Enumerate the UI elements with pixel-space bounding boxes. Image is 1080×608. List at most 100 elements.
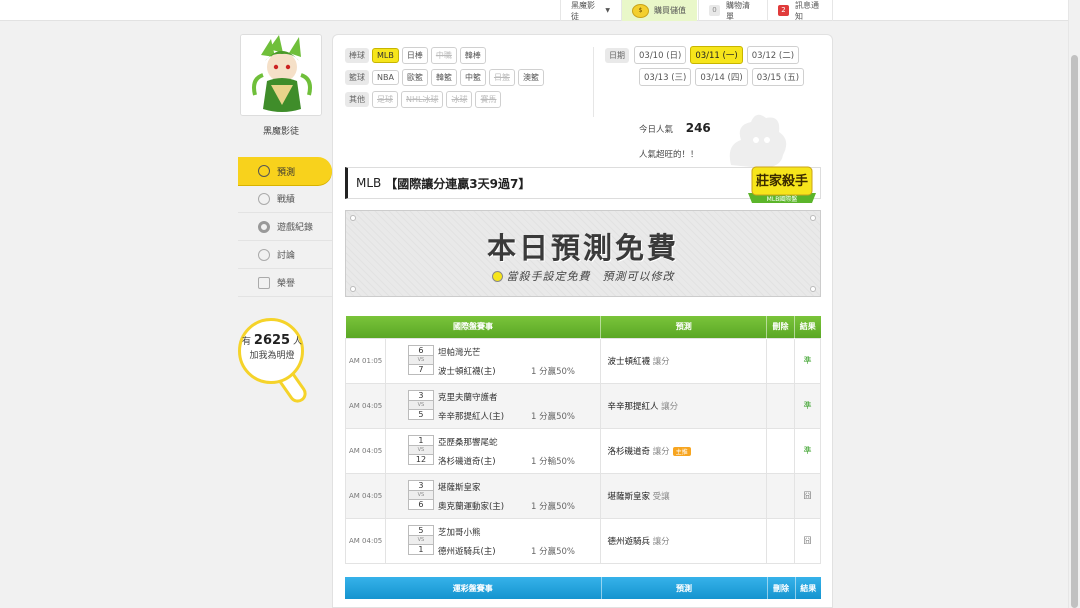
cart-count-badge: 0	[709, 5, 720, 16]
table-row: AM 04:05 3 VS 5 克里夫蘭守護者 辛辛那提紅人(主) 1 分贏50% 辛辛那提紅…	[345, 382, 821, 429]
cart-button[interactable]: 0 購物清單	[698, 0, 766, 21]
user-menu-label: 黑魔影徒	[571, 0, 595, 21]
baseball-label: 棒球	[345, 47, 369, 63]
score-home: 1	[407, 543, 434, 555]
team-away: 堪薩斯皇家	[437, 482, 481, 493]
delete-cell	[766, 427, 796, 474]
fans-text: 有 2625 人 加我為明燈	[240, 334, 304, 363]
bulb-small-icon	[491, 271, 503, 282]
league-chip[interactable]: 歐籃	[401, 68, 428, 86]
team-home: 波士頓紅襪(主)	[437, 366, 496, 377]
banner-headline: 本日預測免費	[486, 231, 679, 265]
table-row: AM 04:05 3 VS 6 堪薩斯皇家 奧克蘭運動家(主) 1 分贏50% 堪薩斯皇家 受…	[345, 472, 821, 519]
score-home: 6	[407, 498, 434, 510]
banner-corner	[350, 215, 356, 221]
username: 黑魔影徒	[262, 127, 299, 137]
notice-button[interactable]: 2 訊息通知	[767, 0, 833, 21]
league-chip[interactable]: 日棒	[401, 46, 428, 64]
game-time: AM 01:05	[345, 337, 386, 384]
notice-count-badge: 2	[778, 5, 789, 16]
shop-button[interactable]: $ 購買儲值	[621, 0, 697, 21]
league-chip[interactable]: NBA	[372, 69, 399, 85]
menu-item-record[interactable]: 戰績	[238, 185, 332, 213]
free-prediction-banner: 本日預測免費 當殺手設定免費 預測可以修改	[345, 210, 821, 297]
avatar-image	[241, 35, 321, 115]
delete-cell	[766, 472, 796, 519]
menu-item-honor[interactable]: 榮譽	[238, 269, 332, 297]
mascot-watermark-icon	[729, 114, 787, 168]
main-pick-tag: 主推	[672, 446, 691, 456]
date-row: 03/13 (三) 03/14 (四) 03/15 (五)	[605, 68, 810, 86]
team-home: 洛杉磯道奇(主)	[437, 456, 496, 467]
medal-icon	[258, 276, 270, 289]
score-box: 6 VS 7	[407, 344, 434, 375]
date-chip[interactable]: 03/15 (五)	[751, 68, 805, 86]
date-row: 日期 03/10 (日) 03/11 (一) 03/12 (二)	[605, 46, 810, 64]
score-away: 3	[407, 479, 434, 491]
menu-item-game-log[interactable]: 遊戲紀錄	[238, 213, 332, 241]
league-chip: NHL冰球	[401, 90, 444, 108]
scrollbar[interactable]	[1068, 0, 1080, 608]
date-chip[interactable]: 03/12 (二)	[746, 46, 800, 64]
pick-cell: 堪薩斯皇家 受讓	[600, 472, 768, 519]
delete-cell	[766, 517, 796, 564]
pick-type: 讓分	[652, 446, 670, 457]
popularity-label: 今日人氣	[639, 125, 674, 135]
pick-cell: 辛辛那提紅人 讓分	[600, 382, 768, 429]
league-chip[interactable]: 澳籃	[517, 68, 544, 86]
pick-type: 受讓	[652, 491, 670, 502]
divider	[593, 47, 594, 117]
notice-label: 訊息通知	[795, 0, 819, 21]
menu-item-discussion[interactable]: 討論	[238, 241, 332, 269]
date-chip[interactable]: 03/14 (四)	[695, 68, 748, 86]
other-filter-row: 其他 足球 NHL冰球 冰球 賽馬	[345, 90, 595, 108]
chat-icon	[258, 192, 270, 205]
vs-label: VS	[407, 400, 434, 409]
team-away: 芝加哥小熊	[437, 527, 481, 538]
basketball-label: 籃球	[345, 69, 369, 85]
avatar[interactable]	[240, 34, 322, 116]
col-pick: 預測	[601, 577, 768, 599]
league-chip[interactable]: 中籃	[459, 68, 486, 86]
pick-team: 堪薩斯皇家	[607, 491, 650, 502]
table-header: 運彩盤賽事 預測 刪除 結果	[345, 577, 821, 599]
top-bar: 黑魔影徒 ▼ $ 購買儲值 0 購物清單 2 訊息通知	[0, 0, 1068, 21]
follow-lightbulb[interactable]: 有 2625 人 加我為明燈	[238, 318, 311, 408]
ring-icon	[258, 220, 270, 233]
result-cell: 準	[794, 382, 821, 429]
pencil-icon	[258, 248, 270, 261]
cart-label: 購物清單	[726, 0, 750, 21]
popularity: 今日人氣 246	[639, 121, 711, 135]
pick-type: 讓分	[652, 536, 670, 547]
chevron-down-icon: ▼	[605, 7, 610, 14]
score-away: 6	[407, 344, 434, 356]
league-chip[interactable]: MLB	[372, 47, 399, 63]
fans-prefix: 有	[242, 337, 252, 347]
delete-cell	[766, 337, 796, 384]
date-chip[interactable]: 03/10 (日)	[634, 46, 687, 64]
pick-team: 辛辛那提紅人	[607, 401, 659, 412]
main-panel: 棒球 MLB 日棒 中職 韓棒 籃球 NBA 歐籃 韓籃 中籃 日籃 澳籃 其他 足球 NHL冰球…	[332, 34, 833, 608]
table-row: AM 04:05 1 VS 12 亞歷桑那響尾蛇 洛杉磯道奇(主) 1 分輸50% 洛杉磯道奇…	[345, 427, 821, 474]
shop-label: 購買儲值	[654, 6, 686, 15]
menu-item-predict[interactable]: 預測	[238, 157, 332, 185]
col-pick: 預測	[600, 316, 768, 338]
badge-title: 莊家殺手	[756, 173, 808, 189]
score-away: 3	[407, 389, 434, 401]
banner-sub: 當殺手設定免費 預測可以修改	[346, 268, 820, 284]
date-chip[interactable]: 03/13 (三)	[639, 68, 692, 86]
table-row: AM 01:05 6 VS 7 坦帕灣光芒 波士頓紅襪(主) 1 分贏50% 波士頓紅襪 讓分…	[345, 337, 821, 384]
league-chip: 中職	[430, 46, 457, 64]
score-home: 12	[407, 453, 434, 465]
league-chip[interactable]: 韓籃	[430, 68, 457, 86]
date-chip[interactable]: 03/11 (一)	[690, 46, 743, 64]
lottery-table: 運彩盤賽事 預測 刪除 結果	[345, 577, 821, 599]
team-home: 辛辛那提紅人(主)	[437, 411, 505, 422]
league-chip: 足球	[372, 90, 398, 108]
baseball-filter-row: 棒球 MLB 日棒 中職 韓棒	[345, 46, 595, 64]
user-menu[interactable]: 黑魔影徒 ▼	[560, 0, 620, 21]
scrollbar-thumb[interactable]	[1071, 55, 1078, 608]
pick-type: 讓分	[661, 401, 679, 412]
menu-label: 榮譽	[277, 279, 296, 289]
league-chip[interactable]: 韓棒	[459, 46, 486, 64]
